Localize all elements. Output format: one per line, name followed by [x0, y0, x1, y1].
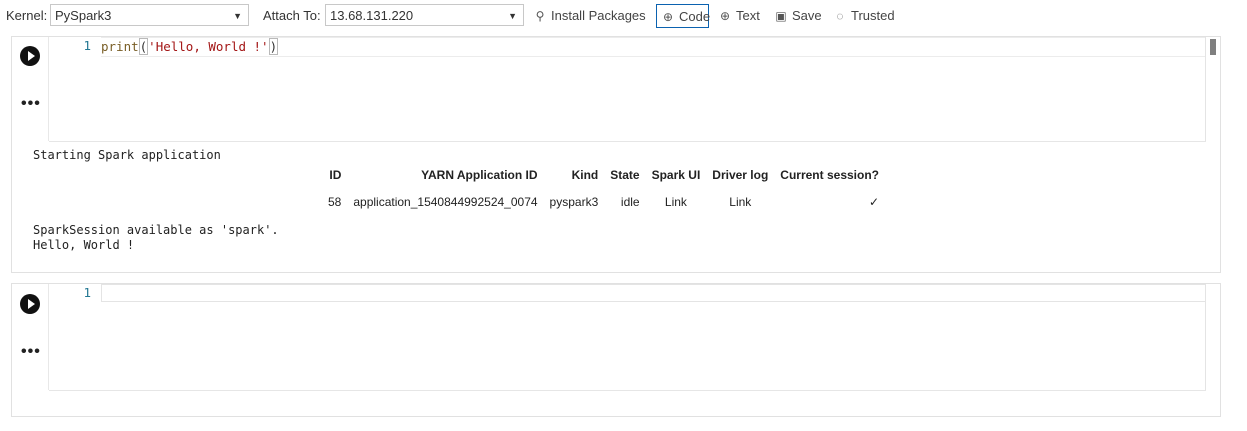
output-start-text: Starting Spark application [33, 148, 221, 162]
shield-icon: ◌ [836, 9, 844, 23]
scrollbar-thumb[interactable] [1210, 39, 1216, 55]
editor-scrollbar[interactable] [1205, 37, 1220, 141]
trusted-button[interactable]: ◌ Trusted [833, 4, 895, 28]
attach-select-value: 13.68.131.220 [330, 8, 414, 23]
table-cell-kind: pyspark3 [549, 195, 599, 209]
spark-session-table: ID YARN Application ID Kind State Spark … [322, 165, 885, 219]
code-string: 'Hello, World !' [148, 39, 269, 54]
code-editor[interactable]: 1 [49, 284, 1206, 391]
chevron-down-icon: ▼ [233, 11, 242, 21]
kernel-label: Kernel: [6, 8, 48, 23]
code-paren-close: ) [268, 38, 279, 55]
line-number: 1 [83, 285, 91, 300]
attach-label: Attach To: [263, 8, 321, 23]
add-text-label: Text [736, 8, 760, 23]
current-session-check: ✓ [868, 195, 879, 209]
install-packages-label: Install Packages [551, 8, 646, 23]
table-header: Current session? [780, 168, 879, 182]
table-cell-app-id: application_1540844992524_0074 [353, 195, 538, 209]
code-editor[interactable]: 1 print('Hello, World !') [49, 37, 1206, 142]
attach-select[interactable]: 13.68.131.220 ▼ [325, 4, 524, 26]
add-code-label: Code [679, 9, 711, 24]
table-header: State [610, 168, 640, 182]
code-line: 1 [49, 284, 1206, 302]
add-text-button[interactable]: ⊕ Text [718, 4, 760, 28]
table-header: Spark UI [651, 168, 701, 182]
run-cell-button[interactable] [20, 294, 40, 314]
code-function: print [101, 39, 139, 54]
code-line: 1 print('Hello, World !') [49, 37, 1206, 57]
install-packages-button[interactable]: ⚲ Install Packages [533, 4, 646, 28]
chevron-down-icon: ▼ [508, 11, 517, 21]
output-session-text: SparkSession available as 'spark'. [33, 223, 279, 237]
more-actions-icon[interactable]: ••• [21, 344, 41, 360]
notebook-toolbar: Kernel: PySpark3 ▼ Attach To: 13.68.131.… [0, 0, 1247, 32]
table-header-row: ID YARN Application ID Kind State Spark … [322, 165, 885, 185]
table-header: Kind [571, 168, 599, 182]
output-print-text: Hello, World ! [33, 238, 135, 252]
code-paren-open: ( [138, 38, 149, 55]
table-cell-state: idle [620, 195, 640, 209]
table-row: 58 application_1540844992524_0074 pyspar… [322, 185, 885, 219]
table-cell-id: 58 [328, 195, 342, 209]
cell-gutter: ••• [12, 37, 49, 141]
save-icon: ▣ [775, 9, 787, 23]
run-cell-button[interactable] [20, 46, 40, 66]
editor-scrollbar[interactable] [1205, 284, 1220, 390]
trusted-label: Trusted [851, 8, 895, 23]
more-actions-icon[interactable]: ••• [21, 96, 41, 112]
line-number: 1 [83, 38, 91, 53]
plus-circle-icon: ⊕ [662, 10, 674, 24]
wrench-icon: ⚲ [535, 9, 545, 23]
spark-ui-link[interactable]: Link [646, 185, 707, 219]
plus-circle-icon: ⊕ [719, 9, 731, 23]
code-text[interactable]: print('Hello, World !') [101, 37, 1206, 57]
table-header: Driver log [712, 168, 769, 182]
table-header: ID [329, 168, 342, 182]
table-header: YARN Application ID [421, 168, 538, 182]
kernel-select-value: PySpark3 [55, 8, 112, 23]
code-text[interactable] [101, 284, 1206, 302]
code-cell[interactable]: ••• 1 [11, 283, 1221, 417]
driver-log-link[interactable]: Link [706, 185, 774, 219]
code-cell[interactable]: ••• 1 print('Hello, World !') Starting S… [11, 36, 1221, 273]
save-button[interactable]: ▣ Save [774, 4, 822, 28]
cell-gutter: ••• [12, 284, 49, 390]
add-code-button[interactable]: ⊕ Code [656, 4, 711, 28]
kernel-select[interactable]: PySpark3 ▼ [50, 4, 249, 26]
save-label: Save [792, 8, 822, 23]
